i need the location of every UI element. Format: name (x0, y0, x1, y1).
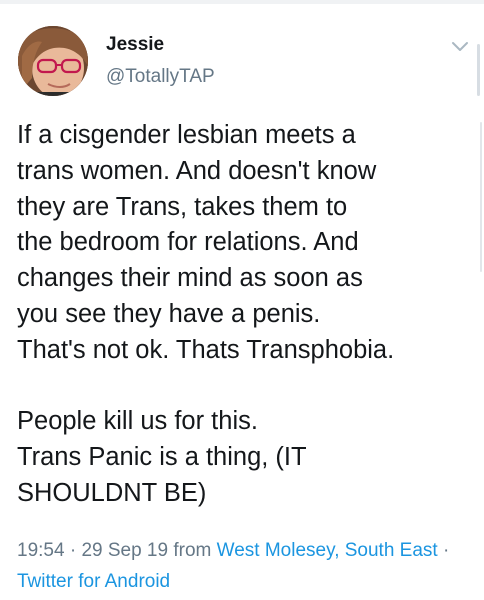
meta-separator: · (442, 540, 450, 561)
tweet-metadata: 19:54 · 29 Sep 19 from West Molesey, Sou… (17, 535, 477, 597)
chevron-down-icon[interactable] (450, 40, 470, 54)
tweet-time: 19:54 (17, 540, 65, 561)
tweet-card: Jessie @TotallyTAP If a cisgender lesbia… (0, 4, 484, 600)
author-handle[interactable]: @TotallyTAP (106, 66, 215, 88)
scroll-edge (477, 44, 480, 96)
author-display-name[interactable]: Jessie (106, 34, 164, 56)
tweet-text: If a cisgender lesbian meets a trans wom… (17, 121, 395, 507)
tweet-date: 29 Sep 19 (81, 540, 169, 561)
scroll-edge (480, 122, 482, 272)
source-link[interactable]: Twitter for Android (17, 571, 170, 592)
meta-separator: · (69, 540, 77, 561)
from-label: from (173, 540, 212, 561)
avatar-image (18, 26, 88, 96)
avatar[interactable] (18, 26, 88, 96)
location-link[interactable]: West Molesey, South East (217, 540, 438, 561)
